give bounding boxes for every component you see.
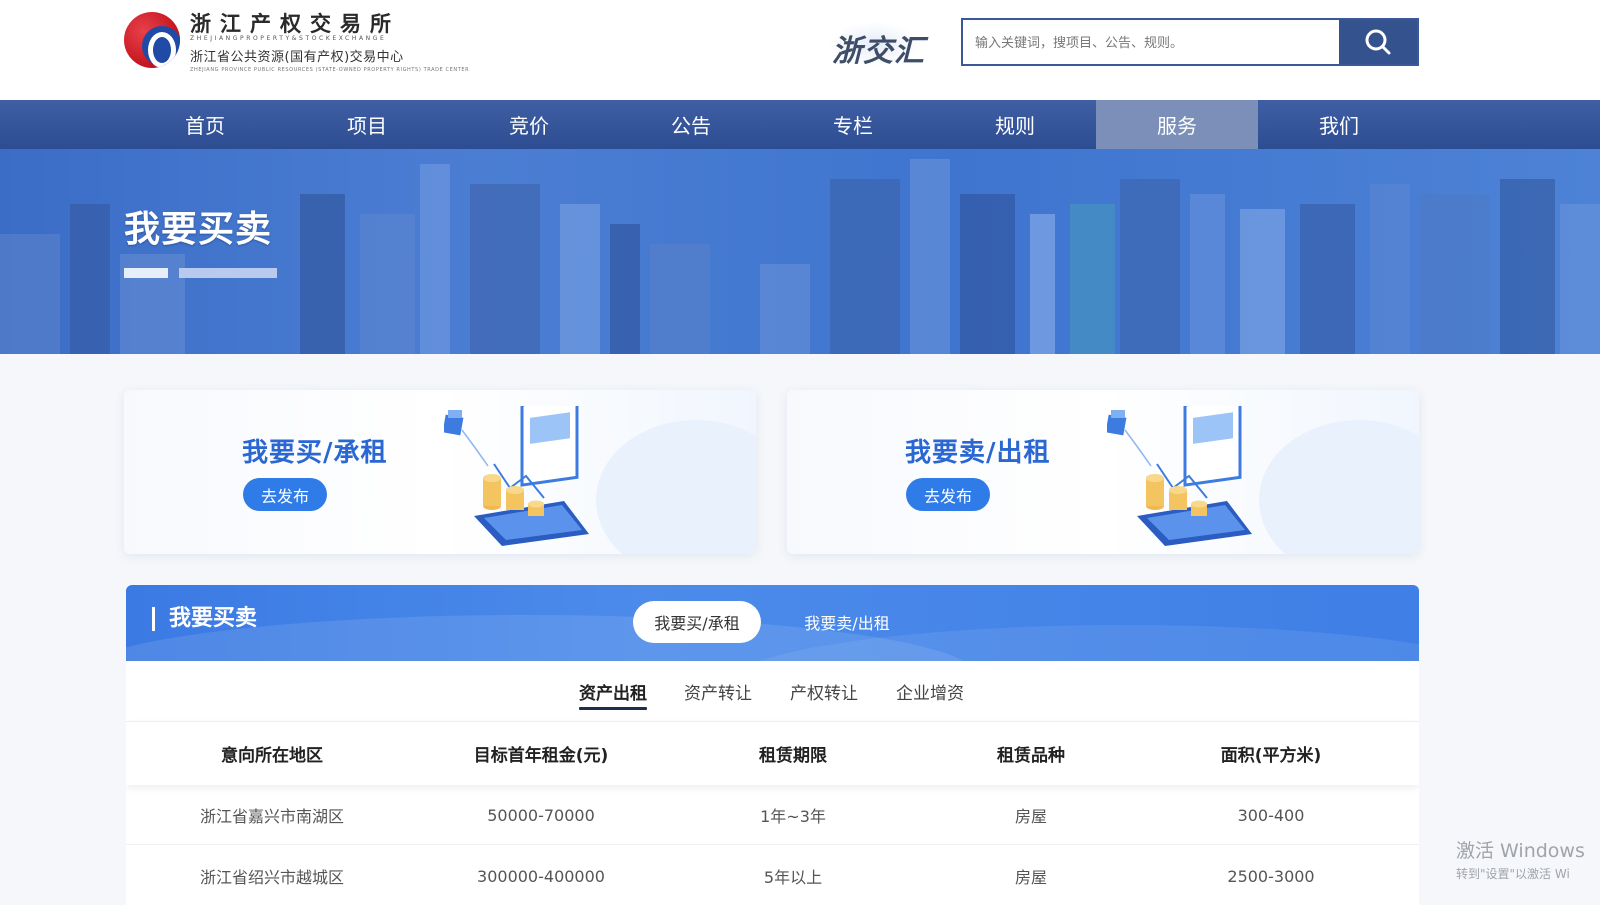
logo-chinese-name: 浙江产权交易所	[190, 11, 400, 36]
segment-buy-lease[interactable]: 我要买/承租	[633, 601, 761, 643]
column-header-region: 意向所在地区	[221, 746, 323, 766]
nav-item-columns[interactable]: 专栏	[772, 100, 934, 149]
watermark-line2: 转到"设置"以激活 Wi	[1456, 867, 1570, 881]
banner-book	[420, 164, 450, 354]
banner-book	[830, 179, 900, 354]
banner-book	[1070, 204, 1115, 354]
logo-subtitle: 浙江省公共资源(国有产权)交易中心	[190, 50, 404, 65]
sell-rent-card: 我要卖/出租 去发布	[787, 390, 1419, 554]
banner-book	[560, 204, 600, 354]
search-bar	[961, 18, 1419, 66]
sell-rent-title: 我要卖/出租	[905, 438, 1051, 468]
cell-type: 房屋	[1014, 807, 1047, 826]
laptop-chart-coins-icon	[444, 406, 589, 546]
banner-book	[760, 264, 810, 354]
nav-item-announcements[interactable]: 公告	[610, 100, 772, 149]
banner-book	[960, 194, 1015, 354]
site-logo[interactable]: 浙江产权交易所 ZHEJIANGPROPERTY&STOCKEXCHANGE 浙…	[124, 8, 469, 78]
search-icon	[1365, 29, 1391, 55]
site-header: 浙江产权交易所 ZHEJIANGPROPERTY&STOCKEXCHANGE 浙…	[0, 0, 1600, 100]
banner-book	[610, 224, 640, 354]
main-nav: 首页 项目 竞价 公告 专栏 规则 服务 我们	[0, 100, 1600, 149]
logo-english-name: ZHEJIANGPROPERTY&STOCKEXCHANGE	[190, 35, 387, 42]
tab-capital-increase[interactable]: 企业增资	[896, 661, 964, 722]
tab-equity-transfer[interactable]: 产权转让	[790, 661, 858, 722]
nav-item-services[interactable]: 服务	[1096, 100, 1258, 149]
column-header-type: 租赁品种	[997, 746, 1065, 766]
windows-activation-watermark: 激活 Windows 转到"设置"以激活 Wi	[1456, 836, 1585, 882]
trade-panel: 我要买卖 我要买/承租 我要卖/出租 资产出租 资产转让 产权转让 企业增资 意…	[126, 585, 1419, 905]
cell-area: 300-400	[1237, 805, 1305, 825]
banner-book	[1240, 209, 1285, 354]
nav-item-projects[interactable]: 项目	[286, 100, 448, 149]
laptop-chart-coins-icon	[1107, 406, 1252, 546]
cell-type: 房屋	[1014, 868, 1047, 887]
column-header-rent: 目标首年租金(元)	[473, 746, 609, 766]
buy-lease-card: 我要买/承租 去发布	[124, 390, 756, 554]
sell-rent-publish-button[interactable]: 去发布	[906, 478, 990, 511]
tab-asset-lease[interactable]: 资产出租	[579, 661, 647, 722]
watermark-line1: 激活 Windows	[1456, 840, 1585, 862]
cell-area: 2500-3000	[1227, 866, 1315, 886]
tab-asset-transfer[interactable]: 资产转让	[684, 661, 752, 722]
cell-rent: 300000-400000	[477, 866, 605, 886]
cell-term: 1年~3年	[760, 807, 826, 826]
column-header-term: 租赁期限	[759, 746, 827, 766]
banner-book	[1370, 184, 1410, 354]
banner-book	[300, 194, 345, 354]
table-header: 意向所在地区 目标首年租金(元) 租赁期限 租赁品种 面积(平方米)	[126, 722, 1419, 785]
zhejiaohui-brand[interactable]: 浙交汇	[826, 20, 934, 69]
banner-book	[1420, 194, 1490, 354]
nav-item-about[interactable]: 我们	[1258, 100, 1420, 149]
cell-region: 浙江省绍兴市越城区	[199, 868, 344, 887]
banner-indicator-active	[124, 268, 168, 278]
nav-item-bidding[interactable]: 竞价	[448, 100, 610, 149]
brand-label: 浙交汇	[832, 34, 925, 69]
banner-book	[1560, 204, 1600, 354]
banner-book	[360, 214, 415, 354]
column-header-area: 面积(平方米)	[1220, 746, 1322, 766]
trade-panel-title: 我要买卖	[152, 607, 257, 631]
banner-book	[0, 234, 60, 354]
nav-item-home[interactable]: 首页	[124, 100, 286, 149]
banner-book	[470, 184, 540, 354]
trade-panel-header: 我要买卖 我要买/承租 我要卖/出租	[126, 585, 1419, 661]
buy-lease-publish-button[interactable]: 去发布	[243, 478, 327, 511]
buy-lease-title: 我要买/承租	[242, 438, 388, 468]
cell-term: 5年以上	[763, 868, 823, 887]
banner-book	[70, 204, 110, 354]
banner-book	[910, 159, 950, 354]
banner-indicator	[179, 268, 277, 278]
cell-region: 浙江省嘉兴市南湖区	[199, 807, 344, 826]
nav-item-rules[interactable]: 规则	[934, 100, 1096, 149]
segment-sell-rent[interactable]: 我要卖/出租	[783, 601, 911, 643]
banner-book	[1190, 194, 1225, 354]
table-row[interactable]: 浙江省嘉兴市南湖区 50000-70000 1年~3年 房屋 300-400	[126, 785, 1419, 845]
logo-subtitle-english: ZHEJIANG PROVINCE PUBLIC RESOURCES (STAT…	[190, 67, 470, 73]
banner-title: 我要买卖	[124, 209, 273, 250]
search-button[interactable]	[1339, 20, 1417, 64]
cell-rent: 50000-70000	[487, 805, 595, 825]
search-input[interactable]	[963, 20, 1339, 64]
category-tabs: 资产出租 资产转让 产权转让 企业增资	[126, 661, 1419, 722]
banner-book	[1300, 204, 1355, 354]
banner-book	[1030, 214, 1055, 354]
banner-book	[1500, 179, 1555, 354]
table-row[interactable]: 浙江省绍兴市越城区 300000-400000 5年以上 房屋 2500-300…	[126, 846, 1419, 905]
banner-book	[650, 244, 710, 354]
banner-book	[1120, 179, 1180, 354]
zjex-logo-icon	[124, 12, 180, 68]
